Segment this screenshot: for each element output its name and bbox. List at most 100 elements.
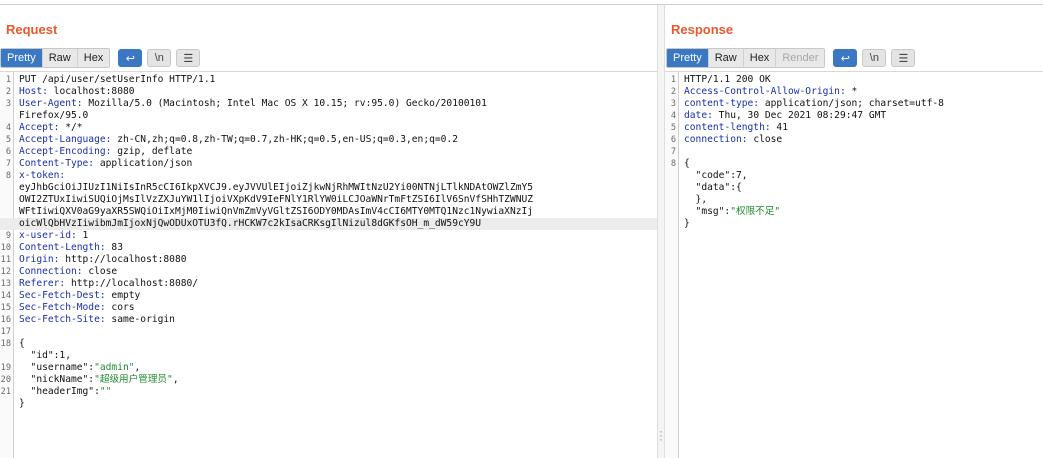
line-text: connection: close bbox=[684, 134, 783, 145]
response-code-line: }, bbox=[665, 194, 1043, 206]
line-text: OWI2ZTUxIiwiSUQiOjMsIlVzZXJuYW1lIjoiVXpK… bbox=[19, 194, 534, 205]
request-code-line: 12 Connection: close bbox=[0, 266, 657, 278]
line-number: 7 bbox=[5, 159, 11, 169]
request-view-tabs: Pretty Raw Hex bbox=[0, 48, 111, 68]
line-text: Content-Type: application/json bbox=[19, 158, 193, 169]
line-text: content-type: application/json; charset=… bbox=[684, 98, 944, 109]
request-code-line: eyJhbGciOiJIUzI1NiIsInR5cCI6IkpXVCJ9.eyJ… bbox=[0, 182, 657, 194]
line-number: 2 bbox=[670, 87, 676, 97]
line-text: "nickName":"超级用户管理员", bbox=[19, 374, 179, 385]
request-code-line: 9 x-user-id: 1 bbox=[0, 230, 657, 242]
request-tab-pretty[interactable]: Pretty bbox=[1, 49, 43, 67]
request-code-line: 15 Sec-Fetch-Mode: cors bbox=[0, 302, 657, 314]
line-text: }, bbox=[684, 194, 708, 205]
line-text: Origin: http://localhost:8080 bbox=[19, 254, 187, 265]
line-number bbox=[0, 182, 14, 194]
line-number: 15 bbox=[0, 303, 11, 313]
request-tab-hex[interactable]: Hex bbox=[77, 49, 110, 67]
response-show-newlines-icon[interactable]: \n bbox=[862, 49, 887, 67]
request-code[interactable]: 1 PUT /api/user/setUserInfo HTTP/1.1 2 Host… bbox=[0, 74, 657, 410]
line-text: Sec-Fetch-Site: same-origin bbox=[19, 314, 175, 325]
response-editor[interactable]: 1 HTTP/1.1 200 OK 2 Access-Control-Allow-Or… bbox=[665, 71, 1043, 458]
response-wrap-lines-icon[interactable]: ↩ bbox=[833, 49, 858, 67]
line-text: date: Thu, 30 Dec 2021 08:29:47 GMT bbox=[684, 110, 887, 121]
line-number: 6 bbox=[5, 147, 11, 157]
line-number: 8 bbox=[670, 159, 676, 169]
response-code-line: 4 date: Thu, 30 Dec 2021 08:29:47 GMT bbox=[665, 110, 1043, 122]
line-number: 13 bbox=[0, 279, 11, 289]
response-code-line: "msg":"权限不足" bbox=[665, 206, 1043, 218]
line-number bbox=[0, 206, 14, 218]
response-menu-icon[interactable]: ☰ bbox=[891, 49, 916, 67]
line-number bbox=[665, 194, 679, 206]
line-number: 7 bbox=[670, 147, 676, 157]
line-number: 20 bbox=[0, 375, 11, 385]
response-code-line: "data":{ bbox=[665, 182, 1043, 194]
response-tab-render[interactable]: Render bbox=[776, 49, 825, 67]
request-code-line: 11 Origin: http://localhost:8080 bbox=[0, 254, 657, 266]
line-text bbox=[679, 146, 684, 158]
line-number: 11 bbox=[0, 255, 11, 265]
line-number bbox=[0, 110, 14, 122]
line-number: 9 bbox=[5, 231, 11, 241]
request-code-line: 14 Sec-Fetch-Dest: empty bbox=[0, 290, 657, 302]
response-code-line: 6 connection: close bbox=[665, 134, 1043, 146]
splitter-grip-icon[interactable]: · · · bbox=[659, 425, 663, 445]
line-number bbox=[0, 350, 14, 362]
response-code-line: } bbox=[665, 218, 1043, 230]
request-code-line: 18 { bbox=[0, 338, 657, 350]
line-number: 6 bbox=[670, 135, 676, 145]
request-tab-raw[interactable]: Raw bbox=[42, 49, 78, 67]
pane-splitter[interactable]: · · · bbox=[657, 5, 665, 458]
request-code-line: 17 bbox=[0, 326, 657, 338]
line-text: Accept-Language: zh-CN,zh;q=0.8,zh-TW;q=… bbox=[19, 134, 458, 145]
response-code-line: 2 Access-Control-Allow-Origin: * bbox=[665, 86, 1043, 98]
response-code-line: 3 content-type: application/json; charset… bbox=[665, 98, 1043, 110]
response-code-line: 5 content-length: 41 bbox=[665, 122, 1043, 134]
request-code-line: 2 Host: localhost:8080 bbox=[0, 86, 657, 98]
line-number: 8 bbox=[5, 171, 11, 181]
request-code-line: 10 Content-Length: 83 bbox=[0, 242, 657, 254]
line-number: 18 bbox=[0, 339, 11, 349]
response-tab-pretty[interactable]: Pretty bbox=[667, 49, 709, 67]
line-number: 10 bbox=[0, 243, 11, 253]
request-pane: Request Pretty Raw Hex ↩ \n ☰ 1 PUT /api/user… bbox=[0, 5, 657, 458]
line-number: 16 bbox=[0, 315, 11, 325]
line-text: Content-Length: 83 bbox=[19, 242, 123, 253]
request-code-line: 1 PUT /api/user/setUserInfo HTTP/1.1 bbox=[0, 74, 657, 86]
response-tab-raw[interactable]: Raw bbox=[708, 49, 744, 67]
line-text: "msg":"权限不足" bbox=[684, 206, 781, 217]
line-text: Access-Control-Allow-Origin: * bbox=[684, 86, 858, 97]
request-menu-icon[interactable]: ☰ bbox=[176, 49, 201, 67]
response-code[interactable]: 1 HTTP/1.1 200 OK 2 Access-Control-Allow-Or… bbox=[665, 74, 1043, 230]
request-code-line: 8 x-token: bbox=[0, 170, 657, 182]
line-number bbox=[665, 170, 679, 182]
request-code-line: 5 Accept-Language: zh-CN,zh;q=0.8,zh-TW;q… bbox=[0, 134, 657, 146]
line-text: eyJhbGciOiJIUzI1NiIsInR5cCI6IkpXVCJ9.eyJ… bbox=[19, 182, 534, 193]
request-show-newlines-icon[interactable]: \n bbox=[147, 49, 172, 67]
line-text: content-length: 41 bbox=[684, 122, 788, 133]
request-editor[interactable]: 1 PUT /api/user/setUserInfo HTTP/1.1 2 Host… bbox=[0, 71, 657, 458]
request-code-line: OWI2ZTUxIiwiSUQiOjMsIlVzZXJuYW1lIjoiVXpK… bbox=[0, 194, 657, 206]
line-number: 3 bbox=[5, 99, 11, 109]
line-text: } bbox=[684, 218, 690, 229]
request-code-line: 21 "headerImg":"" bbox=[0, 386, 657, 398]
request-code-line: "id":1, bbox=[0, 350, 657, 362]
line-text: Sec-Fetch-Mode: cors bbox=[19, 302, 135, 313]
request-code-line: oicWlQbHVzIiwibmJmIjoxNjQwODUxOTU3fQ.rHC… bbox=[0, 218, 657, 230]
line-text: Connection: close bbox=[19, 266, 118, 277]
line-text: PUT /api/user/setUserInfo HTTP/1.1 bbox=[19, 74, 216, 85]
line-number: 5 bbox=[670, 123, 676, 133]
line-number bbox=[0, 398, 14, 410]
request-code-line: 6 Accept-Encoding: gzip, deflate bbox=[0, 146, 657, 158]
response-code-line: "code":7, bbox=[665, 170, 1043, 182]
line-number bbox=[665, 182, 679, 194]
response-tab-hex[interactable]: Hex bbox=[743, 49, 777, 67]
request-code-line: 3 User-Agent: Mozilla/5.0 (Macintosh; Int… bbox=[0, 98, 657, 110]
line-number: 17 bbox=[0, 327, 11, 337]
response-title: Response bbox=[671, 22, 734, 37]
line-text: "headerImg":"" bbox=[19, 386, 112, 397]
line-number: 1 bbox=[5, 75, 11, 85]
line-text: x-user-id: 1 bbox=[19, 230, 89, 241]
request-wrap-lines-icon[interactable]: ↩ bbox=[118, 49, 143, 67]
